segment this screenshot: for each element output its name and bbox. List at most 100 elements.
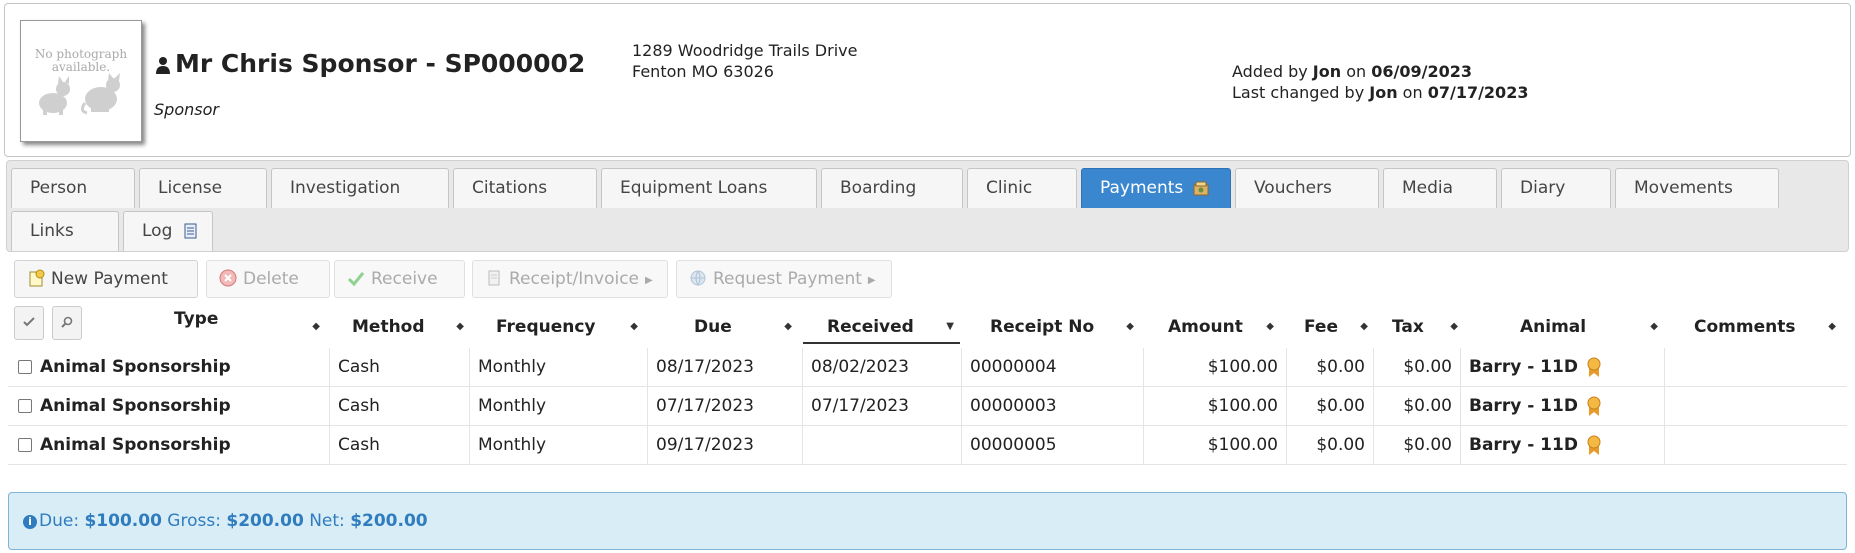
request-payment-label: Request Payment [713,269,862,289]
tab-equipment-loans[interactable]: Equipment Loans [601,168,817,208]
sort-icon: ◆ [630,321,638,332]
fee-cell: $0.00 [1287,426,1374,465]
animal-cell[interactable]: Barry - 11D [1461,426,1665,465]
changed-by-line: Last changed by Jon on 07/17/2023 [1232,82,1528,103]
column-header-fee[interactable]: Fee ◆ [1290,310,1374,344]
table-row[interactable]: Animal Sponsorship Cash Monthly 09/17/20… [8,426,1847,465]
caret-right-icon: ▶ [867,275,876,286]
changed-by-user: Jon [1369,83,1398,102]
column-header-animal-label: Animal [1520,317,1587,337]
document-icon [488,270,500,286]
column-header-comments-label: Comments [1694,317,1796,337]
tax-cell: $0.00 [1374,426,1461,465]
tab-vouchers[interactable]: Vouchers [1235,168,1379,208]
receipt-invoice-button[interactable]: Receipt/Invoice ▶ [472,260,668,298]
comments-cell [1665,426,1847,465]
tab-diary[interactable]: Diary [1501,168,1611,208]
request-payment-button[interactable]: Request Payment ▶ [676,260,892,298]
tab-movements[interactable]: Movements [1615,168,1779,208]
row-checkbox[interactable] [18,438,32,452]
tab-boarding[interactable]: Boarding [821,168,963,208]
column-header-frequency[interactable]: Frequency ◆ [478,310,644,344]
sort-desc-icon: ▼ [946,321,954,332]
sort-icon: ◆ [312,321,320,332]
sort-icon: ◆ [456,321,464,332]
comments-cell [1665,387,1847,426]
sort-icon: ◆ [784,321,792,332]
table-row[interactable]: Animal Sponsorship Cash Monthly 08/17/20… [8,348,1847,387]
added-by-line: Added by Jon on 06/09/2023 [1232,61,1528,82]
receive-label: Receive [371,269,438,289]
animal-link[interactable]: Barry - 11D [1469,396,1578,416]
gross-label: Gross: [161,511,227,531]
animal-link[interactable]: Barry - 11D [1469,357,1578,377]
column-header-type-label: Type [174,309,219,329]
filter-button[interactable] [52,306,82,340]
due-cell: 08/17/2023 [648,348,803,387]
delete-icon [219,269,237,287]
column-header-received-label: Received [827,317,914,337]
column-header-comments[interactable]: Comments ◆ [1670,310,1842,344]
sponsor-ribbon-icon [1587,435,1601,455]
animal-cell[interactable]: Barry - 11D [1461,387,1665,426]
tab-clinic[interactable]: Clinic [967,168,1077,208]
amount-cell: $100.00 [1144,426,1287,465]
caret-right-icon: ▶ [645,275,653,286]
type-value: Animal Sponsorship [40,435,231,455]
column-header-animal[interactable]: Animal ◆ [1470,310,1664,344]
column-header-frequency-label: Frequency [496,317,596,337]
tab-log[interactable]: Log [123,211,213,251]
info-icon: i [23,515,37,529]
column-header-tax-label: Tax [1392,317,1424,337]
tab-investigation[interactable]: Investigation [271,168,449,208]
column-header-method-label: Method [352,317,425,337]
column-header-amount[interactable]: Amount ◆ [1146,310,1280,344]
sponsor-ribbon-icon [1587,357,1601,377]
animal-cell[interactable]: Barry - 11D [1461,348,1665,387]
column-header-amount-label: Amount [1168,317,1243,337]
receipt-no-cell: 00000005 [962,426,1144,465]
column-header-due[interactable]: Due ◆ [648,310,798,344]
tax-cell: $0.00 [1374,387,1461,426]
tab-links[interactable]: Links [11,211,119,251]
column-header-method[interactable]: Method ◆ [338,310,470,344]
no-photo-placeholder[interactable]: No photograph available. [20,20,142,142]
row-checkbox[interactable] [18,360,32,374]
method-cell: Cash [330,426,470,465]
tab-citations[interactable]: Citations [453,168,597,208]
animal-link[interactable]: Barry - 11D [1469,435,1578,455]
delete-button[interactable]: Delete [206,260,330,298]
added-by-label: Added by [1232,62,1313,81]
tab-payments[interactable]: Payments [1081,168,1231,208]
sort-icon: ◆ [1828,321,1836,332]
frequency-cell: Monthly [470,387,648,426]
address-line-2: Fenton MO 63026 [632,62,774,81]
column-header-receipt-no-label: Receipt No [990,317,1095,337]
column-header-receipt-no[interactable]: Receipt No ◆ [962,310,1140,344]
new-payment-button[interactable]: New Payment [14,260,198,298]
gross-value: $200.00 [226,511,304,531]
receipt-no-cell: 00000003 [962,387,1144,426]
frequency-cell: Monthly [470,348,648,387]
column-header-tax[interactable]: Tax ◆ [1380,310,1464,344]
tab-person[interactable]: Person [11,168,135,208]
comments-cell [1665,348,1847,387]
column-header-type[interactable]: Type ◆ [90,302,326,336]
payment-summary: i Due: $100.00 Gross: $200.00 Net: $200.0… [8,492,1847,550]
select-all-button[interactable] [14,306,44,340]
receive-button[interactable]: Receive [334,260,465,298]
table-row[interactable]: Animal Sponsorship Cash Monthly 07/17/20… [8,387,1847,426]
log-icon [184,223,197,239]
checkmark-icon [347,272,365,287]
sort-icon: ◆ [1650,321,1658,332]
method-cell: Cash [330,348,470,387]
added-by-user: Jon [1312,62,1342,81]
tab-bar: Person License Investigation Citations E… [6,160,1849,252]
person-name: Mr Chris Sponsor - SP000002 [175,49,586,78]
tab-license[interactable]: License [139,168,267,208]
sort-icon: ◆ [1360,321,1368,332]
address-line-1: 1289 Woodridge Trails Drive [632,41,858,60]
tab-media[interactable]: Media [1383,168,1497,208]
row-checkbox[interactable] [18,399,32,413]
column-header-received[interactable]: Received ▼ [803,310,960,344]
